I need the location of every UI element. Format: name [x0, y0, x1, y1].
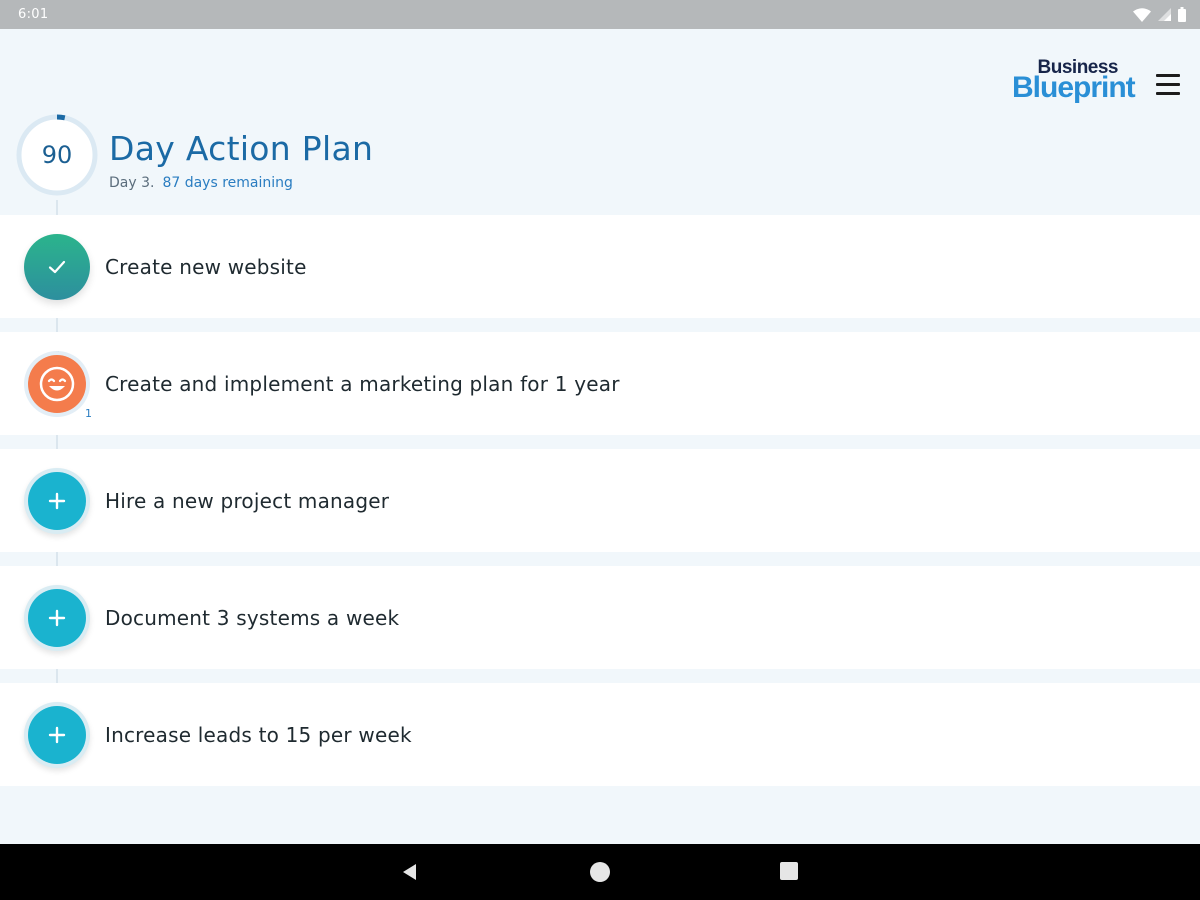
smile-face-icon	[39, 366, 75, 402]
status-time: 6:01	[18, 7, 49, 22]
back-icon[interactable]	[400, 862, 420, 882]
business-blueprint-logo: Business Blueprint	[1008, 57, 1136, 107]
check-icon	[48, 260, 66, 274]
task-add-button[interactable]	[24, 702, 90, 768]
wifi-icon	[1133, 7, 1151, 22]
plus-icon	[48, 726, 66, 744]
task-row-create-website[interactable]: Create new website	[0, 215, 1200, 318]
task-add-button[interactable]	[24, 585, 90, 651]
task-label: Hire a new project manager	[105, 489, 390, 513]
day-counter-number: 90	[41, 141, 73, 169]
task-label: Create new website	[105, 255, 307, 279]
current-day-label: Day 3.	[109, 175, 155, 191]
battery-icon	[1178, 7, 1186, 22]
android-nav-bar	[0, 844, 1200, 900]
task-status-active[interactable]	[24, 351, 90, 417]
task-row-increase-leads[interactable]: Increase leads to 15 per week	[0, 683, 1200, 786]
day-counter: 90	[15, 113, 99, 197]
task-status-done[interactable]	[24, 234, 90, 300]
plus-icon	[48, 492, 66, 510]
page-title: Day Action Plan	[109, 129, 374, 168]
status-icons	[1133, 7, 1186, 22]
task-row-hire-manager[interactable]: Hire a new project manager	[0, 449, 1200, 552]
days-remaining-label: 87 days remaining	[162, 175, 293, 191]
plus-icon	[48, 609, 66, 627]
task-count-badge: 1	[85, 407, 92, 420]
task-label: Increase leads to 15 per week	[105, 723, 412, 747]
signal-icon	[1158, 8, 1171, 21]
hamburger-menu-icon[interactable]	[1156, 69, 1186, 99]
home-icon[interactable]	[590, 862, 610, 882]
task-label: Create and implement a marketing plan fo…	[105, 372, 620, 396]
task-row-document-systems[interactable]: Document 3 systems a week	[0, 566, 1200, 669]
task-list: Create new website 1 Create and implemen…	[0, 215, 1200, 800]
day-status: Day 3. 87 days remaining	[109, 175, 293, 191]
recent-apps-icon[interactable]	[780, 862, 798, 880]
task-label: Document 3 systems a week	[105, 606, 400, 630]
logo-text-bottom: Blueprint	[1012, 71, 1136, 104]
task-row-marketing-plan[interactable]: 1 Create and implement a marketing plan …	[0, 332, 1200, 435]
app-header: Business Blueprint 90 Day Action Plan Da…	[0, 29, 1200, 215]
status-bar: 6:01	[0, 0, 1200, 29]
task-add-button[interactable]	[24, 468, 90, 534]
